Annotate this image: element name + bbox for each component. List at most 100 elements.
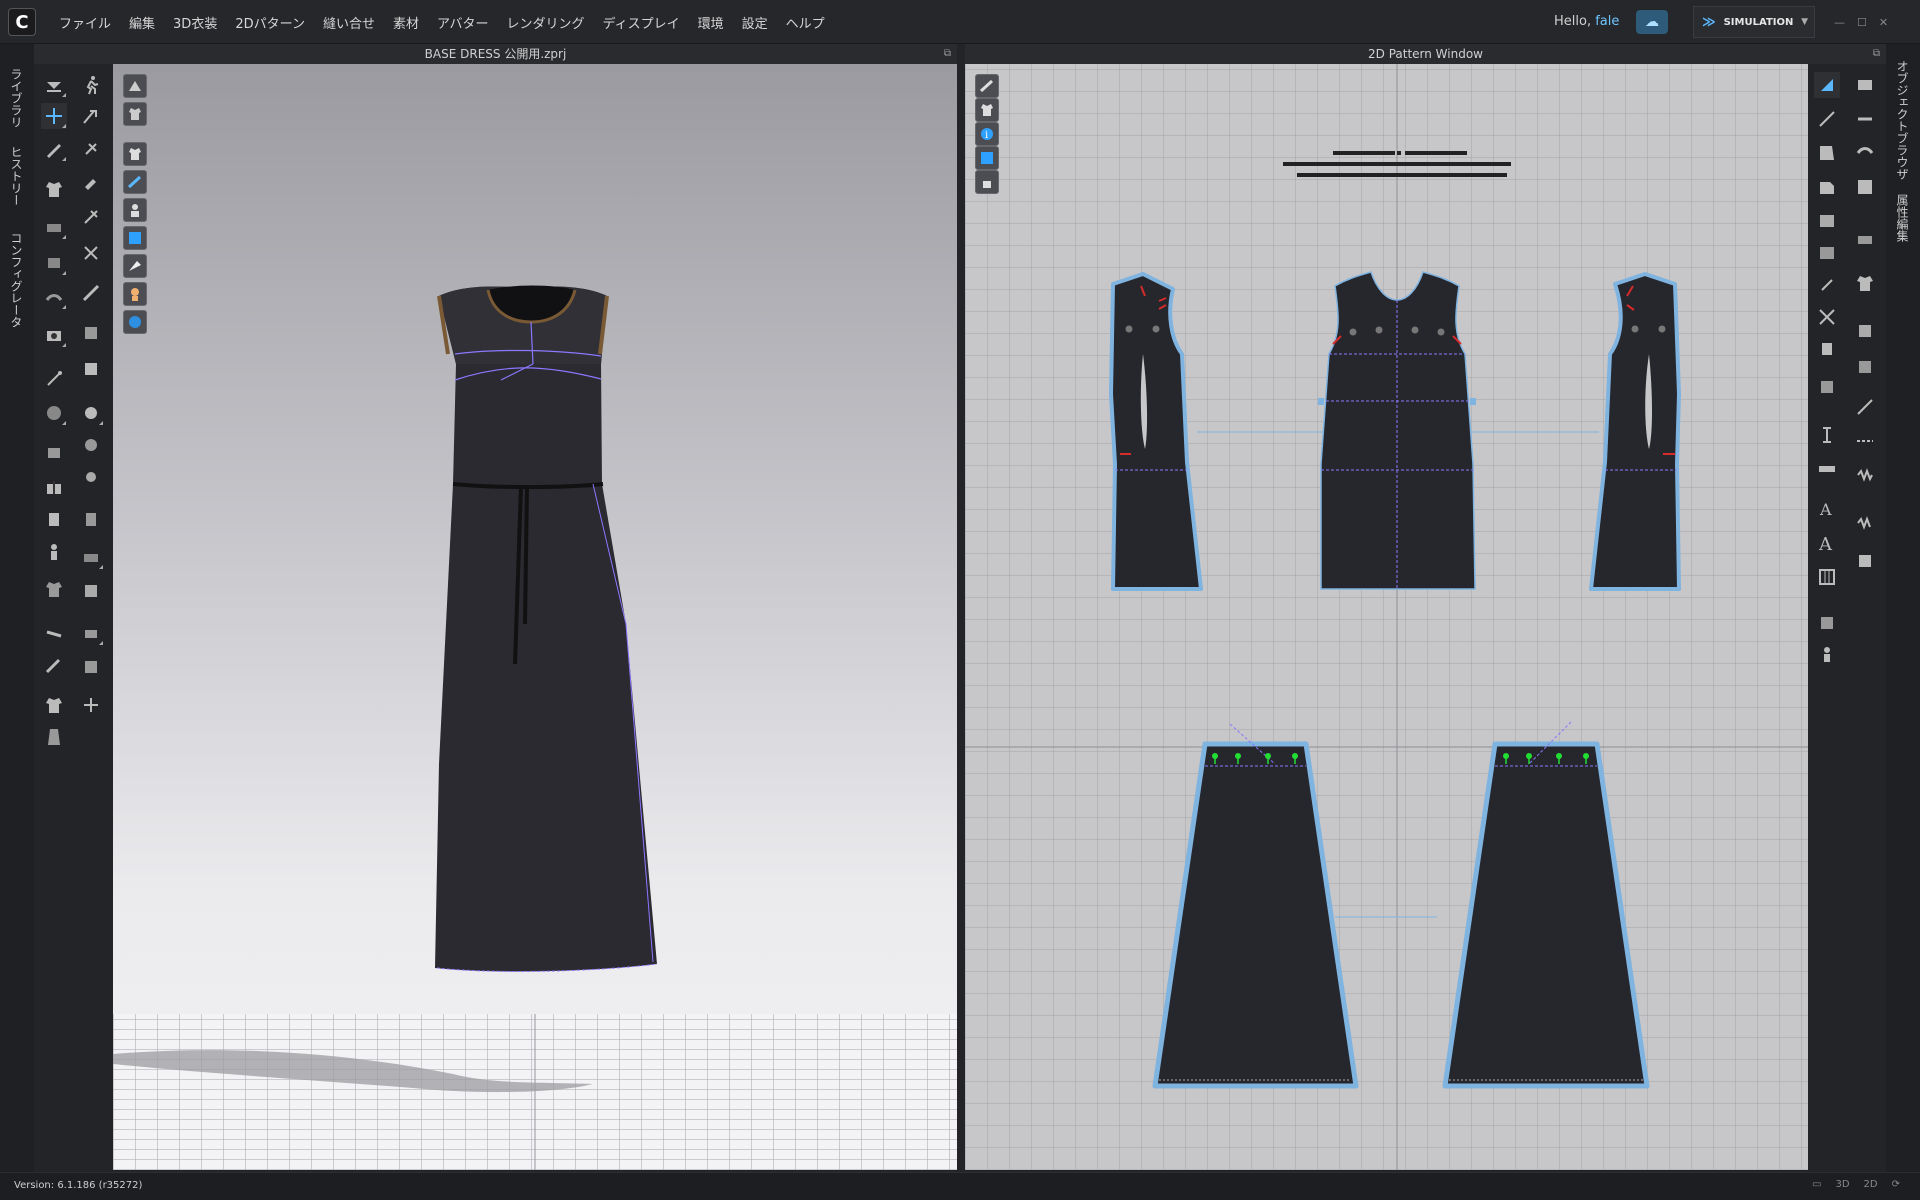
tape-icon[interactable] xyxy=(41,620,67,646)
tab-configurator[interactable]: コンフィグレータ xyxy=(8,232,25,328)
garment-fit-icon[interactable] xyxy=(41,576,67,602)
internal-polygon-icon[interactable] xyxy=(1814,240,1840,266)
close-icon[interactable]: ✕ xyxy=(1879,16,1888,29)
brush-icon[interactable] xyxy=(78,168,104,194)
right-dock-tabs: オブジェクトブラウザ 属性編集 xyxy=(1886,44,1920,1172)
dress-icon[interactable] xyxy=(41,724,67,750)
menu-2d-pattern[interactable]: 2Dパターン xyxy=(226,13,314,32)
text-annotation-icon[interactable]: A xyxy=(1814,496,1840,522)
ruler-2d-icon[interactable] xyxy=(1814,456,1840,482)
fold-arrangement-icon[interactable] xyxy=(78,103,104,129)
garment-icon[interactable] xyxy=(41,176,67,202)
menu-edit[interactable]: 編集 xyxy=(120,13,164,32)
walk-icon[interactable] xyxy=(78,72,104,98)
undock-icon[interactable]: ⧉ xyxy=(1873,44,1880,64)
topstitch-icon[interactable] xyxy=(41,506,67,532)
measure-icon[interactable] xyxy=(41,214,67,240)
menu-3d-garment[interactable]: 3D衣装 xyxy=(164,13,226,32)
maximize-icon[interactable]: ☐ xyxy=(1857,16,1867,29)
sewing-icon[interactable] xyxy=(1852,72,1878,98)
button-2d-icon[interactable] xyxy=(1852,548,1878,574)
trace-icon[interactable] xyxy=(1814,304,1840,330)
snapshot-icon[interactable] xyxy=(41,322,67,348)
shirt-icon[interactable] xyxy=(41,692,67,718)
strap-icon[interactable] xyxy=(78,240,104,266)
buttonhole-icon[interactable] xyxy=(78,432,104,458)
arrange-icon[interactable] xyxy=(78,692,104,718)
refresh-icon[interactable]: ⟳ xyxy=(1892,1179,1900,1190)
viewport-3d[interactable] xyxy=(113,64,957,1170)
mode-selector[interactable]: ≫ SIMULATION ▼ xyxy=(1693,6,1815,38)
notch-icon[interactable] xyxy=(1814,336,1840,362)
polygon-icon[interactable] xyxy=(1814,140,1840,166)
undock-icon[interactable]: ⧉ xyxy=(944,44,951,64)
figure-2d-icon[interactable] xyxy=(1814,642,1840,668)
tape-sewing-icon[interactable] xyxy=(1852,226,1878,252)
select-move-icon[interactable] xyxy=(41,103,67,129)
menu-avatar[interactable]: アバター xyxy=(428,13,497,32)
trim-icon[interactable] xyxy=(78,544,104,570)
measure-line-icon[interactable] xyxy=(1852,394,1878,420)
avatar-measure-icon[interactable] xyxy=(41,250,67,276)
flat-pattern-icon[interactable] xyxy=(78,320,104,346)
user-name[interactable]: fale xyxy=(1595,14,1619,29)
elastic-icon[interactable] xyxy=(1852,354,1878,380)
pleat-icon[interactable] xyxy=(78,654,104,680)
zigzag-icon[interactable] xyxy=(1852,462,1878,488)
figure-icon[interactable] xyxy=(41,540,67,566)
pencil-icon[interactable] xyxy=(41,652,67,678)
check-sewing-icon[interactable] xyxy=(1852,174,1878,200)
avatar-tool-icon[interactable] xyxy=(41,72,67,98)
transform-pattern-icon[interactable] xyxy=(1814,72,1840,98)
menu-help[interactable]: ヘルプ xyxy=(777,13,834,32)
rotate-icon[interactable] xyxy=(41,400,67,426)
cloud-icon[interactable]: ☁ xyxy=(1636,10,1668,34)
button-icon[interactable] xyxy=(78,400,104,426)
seam-allowance-icon[interactable] xyxy=(1814,374,1840,400)
edit-points-icon[interactable] xyxy=(1814,106,1840,132)
grading-icon[interactable] xyxy=(1814,422,1840,448)
tab-property-editor[interactable]: 属性編集 xyxy=(1894,194,1911,242)
line-tool-icon[interactable] xyxy=(41,366,67,392)
tack-icon[interactable] xyxy=(78,204,104,230)
tab-history[interactable]: ヒストリー xyxy=(8,146,25,206)
grid-icon[interactable] xyxy=(1814,564,1840,590)
gift-icon[interactable] xyxy=(41,474,67,500)
zipper-icon[interactable] xyxy=(78,464,104,490)
menu-environment[interactable]: 環境 xyxy=(689,13,733,32)
topstitch-2d-icon[interactable] xyxy=(1852,510,1878,536)
view-2d-button[interactable]: 2D xyxy=(1864,1179,1878,1190)
texture-icon[interactable] xyxy=(78,356,104,382)
avatar-2d-icon[interactable] xyxy=(1814,610,1840,636)
viewport-2d[interactable]: i xyxy=(965,64,1808,1170)
pin-tool-icon[interactable] xyxy=(78,136,104,162)
fabric-icon[interactable] xyxy=(41,284,67,310)
fold-icon[interactable] xyxy=(78,620,104,646)
tab-library[interactable]: ライブラリ xyxy=(8,68,25,128)
fold-3d-icon[interactable] xyxy=(1852,318,1878,344)
app-logo-icon[interactable]: C xyxy=(8,8,36,36)
menu-display[interactable]: ディスプレイ xyxy=(594,13,689,32)
edit-pattern-icon[interactable] xyxy=(41,136,67,162)
free-sewing-icon[interactable] xyxy=(1852,140,1878,166)
segment-sewing-icon[interactable] xyxy=(1852,106,1878,132)
tab-object-browser[interactable]: オブジェクトブラウザ xyxy=(1894,60,1911,180)
menu-settings[interactable]: 設定 xyxy=(733,13,777,32)
pattern-garment-fit-icon[interactable] xyxy=(1852,270,1878,296)
view-3d-button[interactable]: 3D xyxy=(1835,1179,1849,1190)
menu-sewing[interactable]: 縫い合せ xyxy=(314,13,384,32)
menu-render[interactable]: レンダリング xyxy=(497,13,593,32)
ellipse-icon[interactable] xyxy=(1814,208,1840,234)
print-icon[interactable] xyxy=(78,506,104,532)
menu-file[interactable]: ファイル xyxy=(50,13,120,32)
dart-icon[interactable] xyxy=(1814,272,1840,298)
pleat-line-icon[interactable] xyxy=(1852,428,1878,454)
puckering-icon[interactable] xyxy=(41,440,67,466)
menu-materials[interactable]: 素材 xyxy=(384,13,428,32)
text-icon[interactable]: A xyxy=(1814,530,1840,556)
minimize-icon[interactable]: — xyxy=(1834,16,1845,29)
ruler-icon[interactable] xyxy=(78,280,104,306)
rectangle-icon[interactable] xyxy=(1814,174,1840,200)
graphic-icon[interactable] xyxy=(78,578,104,604)
layout-icon[interactable]: ▭ xyxy=(1812,1179,1821,1190)
